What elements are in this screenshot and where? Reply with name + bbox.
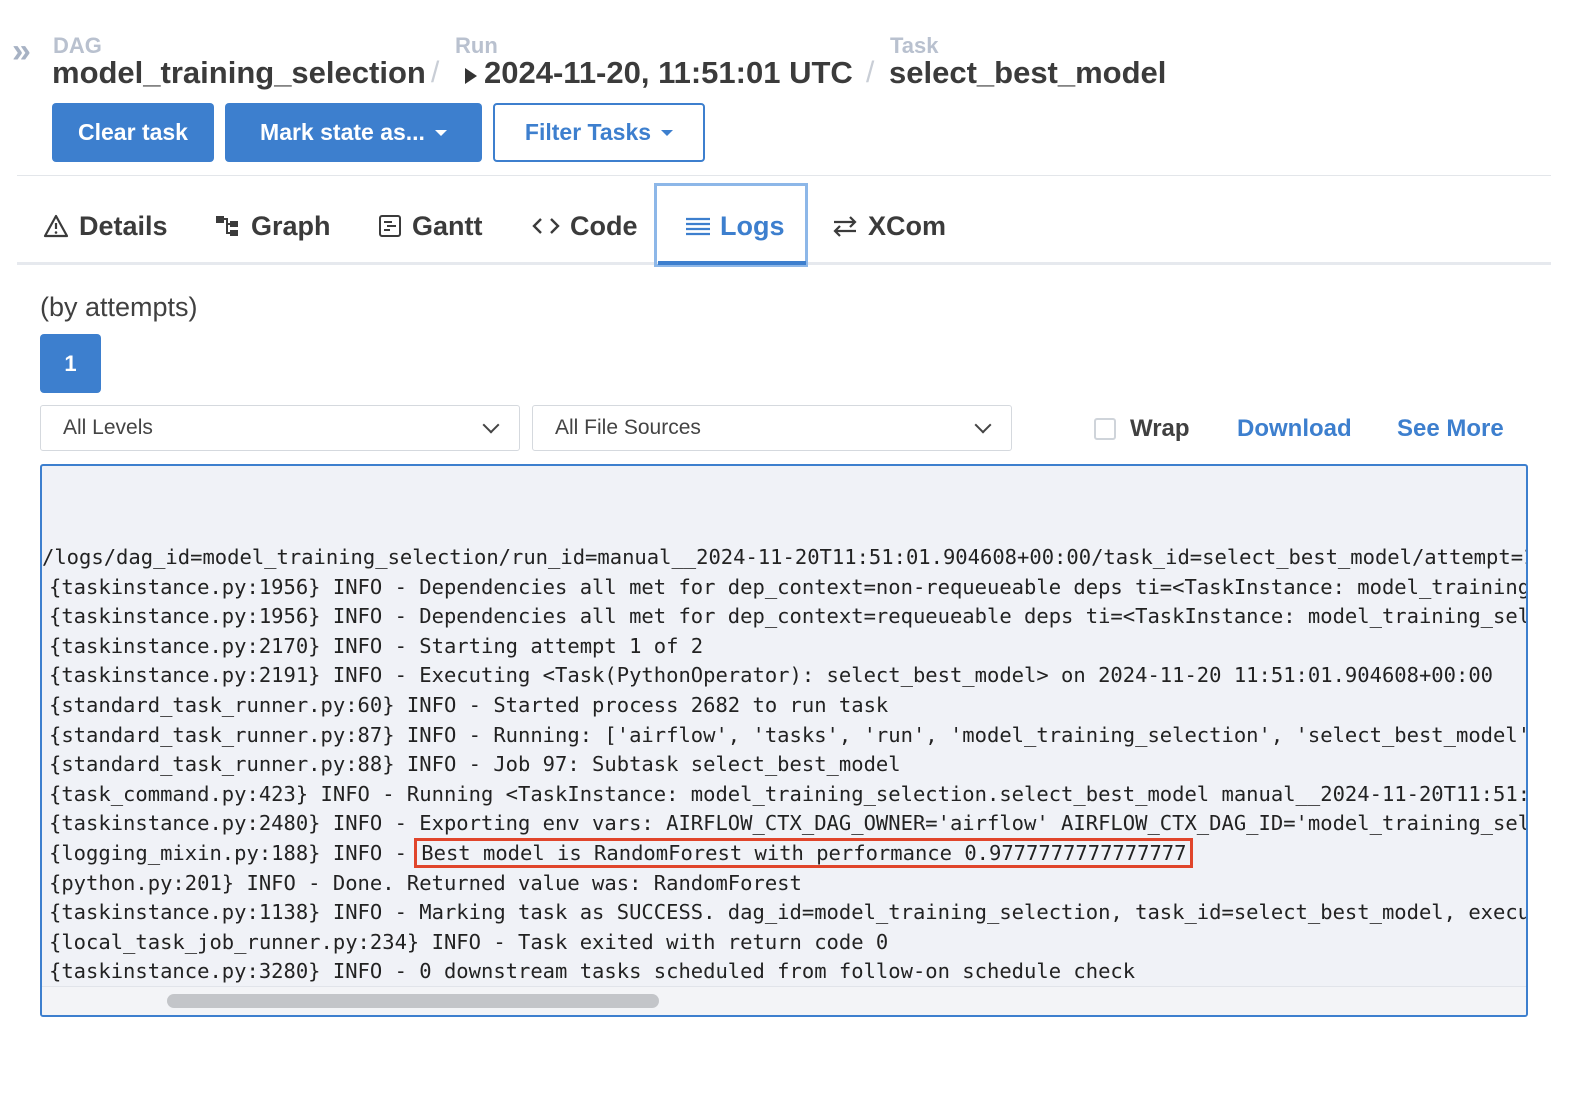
expand-sidebar-icon[interactable]: » <box>12 34 31 68</box>
active-tab-indicator <box>658 261 806 265</box>
filter-tasks-button[interactable]: Filter Tasks <box>493 103 705 162</box>
log-line: {taskinstance.py:1956} INFO - Dependenci… <box>49 604 1526 629</box>
attempt-1-button[interactable]: 1 <box>40 334 101 393</box>
log-level-value: All Levels <box>63 416 153 439</box>
active-tab-focus-ring <box>654 183 808 267</box>
scrollbar-thumb[interactable] <box>167 994 659 1008</box>
log-lines: /logs/dag_id=model_training_selection/ru… <box>42 543 1526 987</box>
log-line: {standard_task_runner.py:60} INFO - Star… <box>49 692 889 717</box>
log-line-prefix: {logging_mixin.py:188} INFO - <box>49 840 420 865</box>
log-line: {python.py:201} INFO - Done. Returned va… <box>49 870 802 895</box>
log-line: /logs/dag_id=model_training_selection/ru… <box>42 545 1526 569</box>
highlighted-result: Best model is RandomForest with performa… <box>414 837 1194 868</box>
run-link[interactable]: 2024-11-20, 11:51:01 UTC <box>484 55 853 91</box>
gantt-icon <box>378 214 402 238</box>
log-level-select[interactable]: All Levels <box>40 405 520 451</box>
tab-code-label: Code <box>570 210 638 241</box>
clear-task-label: Clear task <box>78 119 188 145</box>
log-line: {taskinstance.py:2170} INFO - Starting a… <box>49 633 704 658</box>
attempts-label: (by attempts) <box>40 292 198 322</box>
tab-gantt[interactable]: Gantt <box>378 206 483 246</box>
code-icon <box>532 215 560 237</box>
log-line: {local_task_job_runner.py:234} INFO - Ta… <box>49 929 889 954</box>
log-line: {standard_task_runner.py:87} INFO - Runn… <box>49 722 1526 747</box>
log-line: {standard_task_runner.py:88} INFO - Job … <box>49 752 901 777</box>
filter-tasks-label: Filter Tasks <box>524 119 652 145</box>
log-line: {taskinstance.py:1138} INFO - Marking ta… <box>49 900 1526 925</box>
log-line-highlighted: {logging_mixin.py:188} INFO - Best model… <box>42 837 1526 869</box>
file-source-select[interactable]: All File Sources <box>532 405 1012 451</box>
file-source-value: All File Sources <box>555 416 701 439</box>
tab-graph[interactable]: Graph <box>215 206 331 246</box>
caret-down-icon <box>661 129 674 136</box>
tab-code[interactable]: Code <box>532 206 638 246</box>
see-more-link[interactable]: See More <box>1397 415 1504 443</box>
dag-link[interactable]: model_training_selection <box>52 55 426 91</box>
caret-down-icon <box>434 129 447 136</box>
tab-gantt-label: Gantt <box>412 210 483 241</box>
horizontal-scrollbar[interactable] <box>42 986 1526 1015</box>
tab-graph-label: Graph <box>251 210 331 241</box>
wrap-checkbox[interactable] <box>1094 418 1116 440</box>
play-icon <box>465 68 477 84</box>
clear-task-button[interactable]: Clear task <box>52 103 214 162</box>
breadcrumb-separator: / <box>866 56 875 89</box>
tab-xcom[interactable]: XCom <box>832 206 946 246</box>
log-line: {taskinstance.py:1956} INFO - Dependenci… <box>49 574 1526 599</box>
graph-icon <box>215 214 241 238</box>
download-link[interactable]: Download <box>1237 415 1352 443</box>
tab-details-label: Details <box>79 210 168 241</box>
log-output-panel[interactable]: /logs/dag_id=model_training_selection/ru… <box>40 464 1528 1017</box>
chevron-down-icon <box>974 416 992 434</box>
mark-state-label: Mark state as... <box>260 119 425 145</box>
log-line: {taskinstance.py:2480} INFO - Exporting … <box>49 811 1526 836</box>
exchange-arrows-icon <box>832 214 858 238</box>
header-divider <box>17 175 1551 176</box>
tab-xcom-label: XCom <box>868 210 947 241</box>
log-line: {taskinstance.py:2191} INFO - Executing … <box>49 663 1494 688</box>
tab-details[interactable]: Details <box>43 206 168 246</box>
warning-triangle-icon <box>43 214 69 238</box>
task-link[interactable]: select_best_model <box>889 55 1166 91</box>
log-line: {taskinstance.py:3280} INFO - 0 downstre… <box>49 959 1136 984</box>
mark-state-button[interactable]: Mark state as... <box>225 103 482 162</box>
breadcrumb-separator: / <box>431 56 440 89</box>
wrap-label[interactable]: Wrap <box>1130 415 1190 443</box>
log-line: {task_command.py:423} INFO - Running <Ta… <box>49 781 1526 806</box>
chevron-down-icon <box>482 416 500 434</box>
